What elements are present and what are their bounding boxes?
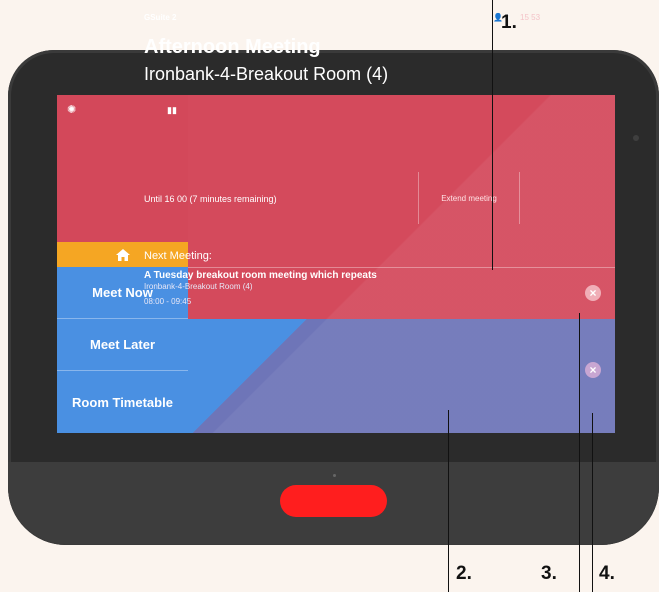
end-meeting-close-icon[interactable]: × [585,285,601,301]
callout-3-line [579,313,580,592]
clock-time: 15 53 [520,13,541,22]
meeting-title: Afternoon Meeting [144,36,321,58]
camera-icon [633,135,639,141]
callout-1: 1. [501,12,517,33]
callout-4-line [592,413,593,592]
map-icon[interactable]: ▮▮ [167,105,177,115]
cancel-next-meeting-close-icon[interactable]: × [585,362,601,378]
extend-meeting-button[interactable]: Extend meeting [418,172,520,224]
sidebar-header: ✺ ▮▮ [57,95,188,242]
next-meeting-room: Ironbank-4-Breakout Room (4) [144,282,253,291]
service-name: GSuite 2 [144,13,177,22]
current-meeting-panel [188,95,615,267]
hardware-home-button[interactable] [280,485,387,517]
callout-4: 4. [599,563,615,584]
meeting-remaining-text: Until 16 00 (7 minutes remaining) [144,194,277,204]
next-meeting-time: 08:00 - 09:45 [144,297,192,306]
callout-3: 3. [541,563,557,584]
home-icon [115,248,130,261]
next-meeting-label: Next Meeting: [144,250,212,262]
callout-2: 2. [456,563,472,584]
callout-2-line [448,410,449,592]
gear-icon[interactable]: ✺ [67,105,77,116]
callout-1-line [492,0,493,270]
next-meeting-title: A Tuesday breakout room meeting which re… [144,270,377,281]
room-display-screen: ✺ ▮▮ Meet Now Meet Later Room Timetable [57,95,615,433]
room-name: Ironbank-4-Breakout Room (4) [144,64,389,84]
room-timetable-button[interactable]: Room Timetable [57,371,188,433]
microphone-dot [333,474,336,477]
meet-later-button[interactable]: Meet Later [57,319,188,371]
next-meeting-accent [188,319,338,433]
left-sidebar: ✺ ▮▮ Meet Now Meet Later Room Timetable [57,95,189,433]
